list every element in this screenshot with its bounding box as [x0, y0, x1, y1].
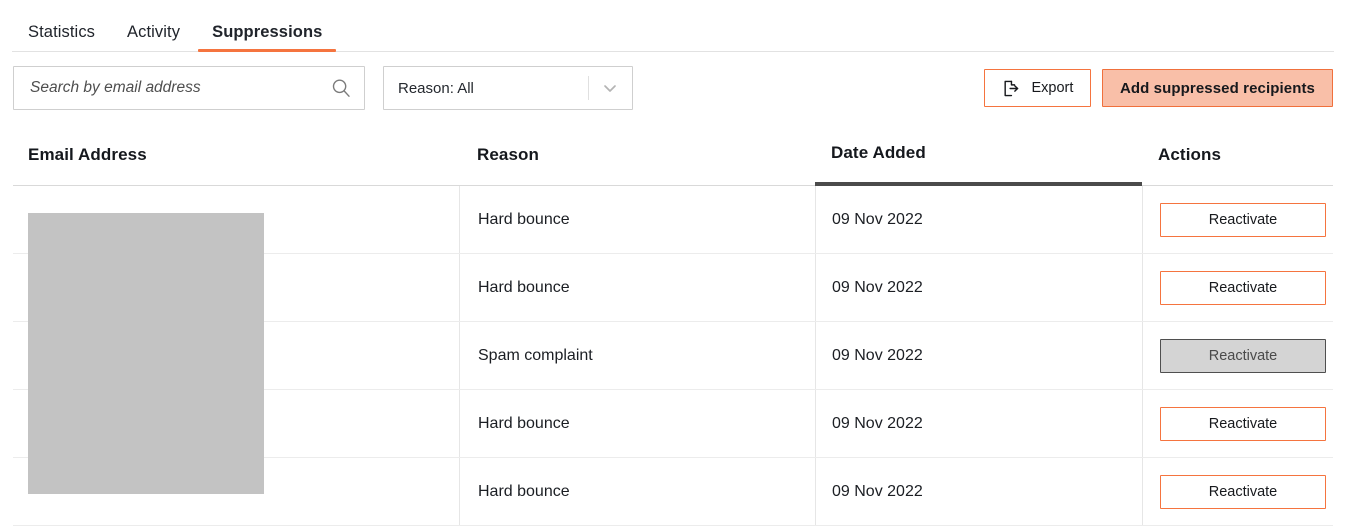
column-header-reason[interactable]: Reason [459, 124, 815, 186]
reactivate-button[interactable]: Reactivate [1160, 203, 1326, 237]
select-divider [588, 76, 589, 100]
document-export-icon [1001, 79, 1020, 98]
column-header-date-added-label: Date Added [831, 143, 926, 162]
cell-reason: Hard bounce [459, 458, 815, 526]
search-input[interactable] [14, 79, 364, 97]
cell-reason: Spam complaint [459, 322, 815, 390]
cell-reason: Hard bounce [459, 390, 815, 458]
tab-activity-label: Activity [127, 23, 181, 41]
suppressions-table: Email Address Reason Date Added Actions … [13, 124, 1333, 526]
cell-actions: Reactivate [1142, 458, 1333, 526]
add-suppressed-recipients-label: Add suppressed recipients [1119, 79, 1315, 97]
search-box[interactable] [13, 66, 365, 110]
column-header-email-address[interactable]: Email Address [13, 124, 459, 186]
table-row: Hard bounce 09 Nov 2022 Reactivate [13, 254, 1333, 322]
export-button-label: Export [1031, 80, 1074, 96]
column-header-date-added[interactable]: Date Added [815, 124, 1142, 186]
date-added-text: 09 Nov 2022 [832, 347, 923, 364]
cell-date-added: 09 Nov 2022 [815, 458, 1142, 526]
table-header-row: Email Address Reason Date Added Actions [13, 124, 1333, 186]
reason-text: Hard bounce [478, 415, 570, 432]
reactivate-button[interactable]: Reactivate [1160, 339, 1326, 373]
cell-email-address [13, 254, 459, 322]
column-header-reason-label: Reason [477, 145, 540, 164]
date-added-text: 09 Nov 2022 [832, 211, 923, 228]
column-header-actions: Actions [1142, 124, 1333, 186]
reactivate-button-label: Reactivate [1208, 212, 1278, 228]
reactivate-button-label: Reactivate [1208, 484, 1278, 500]
cell-email-address [13, 390, 459, 458]
column-header-email-address-label: Email Address [28, 145, 147, 164]
tab-statistics-label: Statistics [28, 23, 96, 41]
add-suppressed-recipients-button[interactable]: Add suppressed recipients [1101, 69, 1333, 107]
table-row: Hard bounce 09 Nov 2022 Reactivate [13, 390, 1333, 458]
cell-date-added: 09 Nov 2022 [815, 322, 1142, 390]
export-button[interactable]: Export [983, 69, 1091, 107]
reason-text: Hard bounce [478, 483, 570, 500]
cell-email-address [13, 186, 459, 254]
cell-date-added: 09 Nov 2022 [815, 254, 1142, 322]
reactivate-button[interactable]: Reactivate [1160, 475, 1326, 509]
cell-email-address [13, 458, 459, 526]
reactivate-button-label: Reactivate [1208, 416, 1278, 432]
reason-text: Spam complaint [478, 347, 593, 364]
tab-activity[interactable]: Activity [111, 23, 196, 52]
reason-filter-select[interactable]: Reason: All [383, 66, 633, 110]
column-header-actions-label: Actions [1158, 145, 1222, 164]
tab-suppressions-label: Suppressions [212, 23, 323, 41]
table-row: Spam complaint 09 Nov 2022 Reactivate [13, 322, 1333, 390]
chevron-down-icon[interactable] [601, 79, 619, 97]
reason-text: Hard bounce [478, 211, 570, 228]
date-added-text: 09 Nov 2022 [832, 415, 923, 432]
date-added-text: 09 Nov 2022 [832, 279, 923, 296]
tab-bar: Statistics Activity Suppressions [0, 0, 1346, 52]
cell-email-address [13, 322, 459, 390]
cell-actions: Reactivate [1142, 390, 1333, 458]
tab-statistics[interactable]: Statistics [12, 23, 111, 52]
cell-reason: Hard bounce [459, 186, 815, 254]
cell-reason: Hard bounce [459, 254, 815, 322]
cell-actions: Reactivate [1142, 186, 1333, 254]
toolbar: Reason: All Export Add suppressed [0, 52, 1346, 124]
reactivate-button-label: Reactivate [1208, 348, 1278, 364]
reason-filter-value: Reason: All [398, 79, 474, 97]
tab-suppressions[interactable]: Suppressions [196, 23, 338, 52]
reactivate-button-label: Reactivate [1208, 280, 1278, 296]
cell-actions: Reactivate [1142, 254, 1333, 322]
table-row: Hard bounce 09 Nov 2022 Reactivate [13, 458, 1333, 526]
suppressions-page: Statistics Activity Suppressions Reason:… [0, 0, 1346, 526]
date-added-text: 09 Nov 2022 [832, 483, 923, 500]
reactivate-button[interactable]: Reactivate [1160, 271, 1326, 305]
cell-actions: Reactivate [1142, 322, 1333, 390]
reason-text: Hard bounce [478, 279, 570, 296]
cell-date-added: 09 Nov 2022 [815, 186, 1142, 254]
reactivate-button[interactable]: Reactivate [1160, 407, 1326, 441]
table-row: Hard bounce 09 Nov 2022 Reactivate [13, 186, 1333, 254]
cell-date-added: 09 Nov 2022 [815, 390, 1142, 458]
